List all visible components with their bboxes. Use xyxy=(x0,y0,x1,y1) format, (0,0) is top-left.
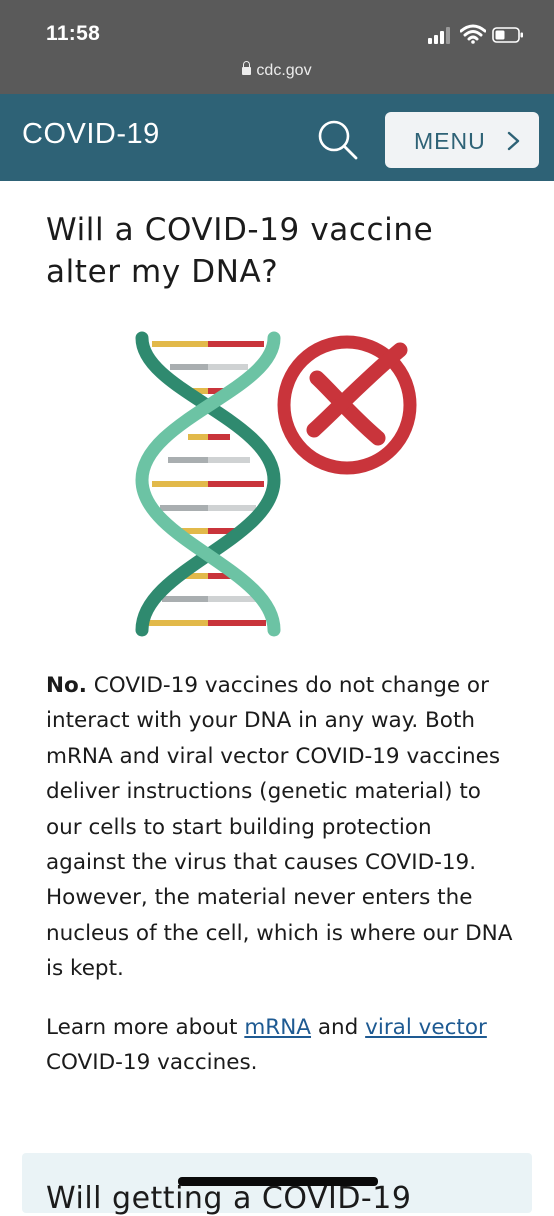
learn-more-paragraph: Learn more about mRNA and viral vector C… xyxy=(46,1010,516,1081)
battery-icon xyxy=(492,27,523,43)
wifi-icon xyxy=(460,24,486,44)
answer-text: COVID-19 vaccines do not change or inter… xyxy=(46,673,513,982)
clock: 11:58 xyxy=(46,22,101,45)
dna-helix-icon xyxy=(135,331,281,637)
lock-icon xyxy=(242,61,252,75)
learn-more-middle: and xyxy=(311,1015,366,1040)
dna-illustration xyxy=(135,331,417,637)
mrna-link[interactable]: mRNA xyxy=(244,1015,311,1040)
status-bar: 11:58 cdc.gov xyxy=(0,0,554,94)
viral-vector-link[interactable]: viral vector xyxy=(365,1015,487,1040)
menu-button[interactable]: MENU xyxy=(385,112,539,168)
site-brand[interactable]: COVID-19 xyxy=(22,118,160,151)
answer-paragraph: No. COVID-19 vaccines do not change or i… xyxy=(46,668,516,987)
url-text: cdc.gov xyxy=(256,62,312,79)
learn-more-prefix: Learn more about xyxy=(46,1015,245,1040)
answer-lead: No. xyxy=(46,673,87,698)
chevron-right-icon xyxy=(507,131,520,151)
address-bar[interactable]: cdc.gov xyxy=(0,61,554,80)
menu-label: MENU xyxy=(414,128,486,154)
signal-icon xyxy=(428,27,454,44)
search-icon[interactable] xyxy=(316,118,360,162)
x-mark-icon xyxy=(277,335,417,475)
page-title: Will a COVID-19 vaccine alter my DNA? xyxy=(46,212,434,290)
next-question-title: Will getting a COVID-19 xyxy=(46,1181,412,1216)
redaction-bar xyxy=(178,1177,378,1186)
learn-more-suffix: COVID-19 vaccines. xyxy=(46,1050,258,1076)
